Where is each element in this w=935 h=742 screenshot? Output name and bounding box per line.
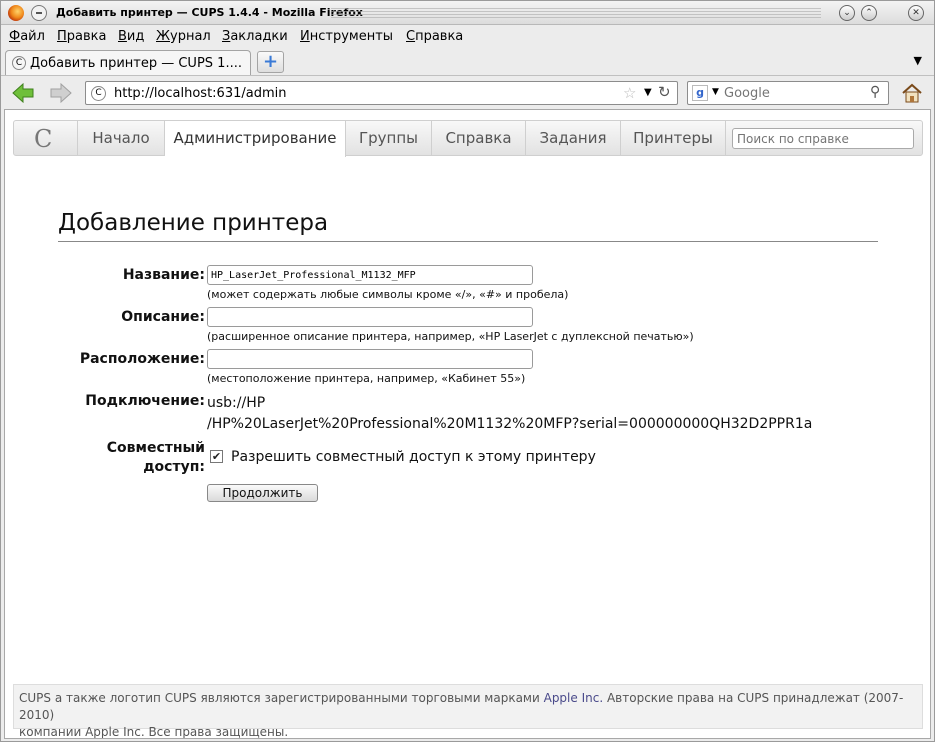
menu-bookmarks[interactable]: Закладки bbox=[222, 29, 288, 44]
tab-label: Добавить принтер — CUPS 1.... bbox=[30, 56, 242, 71]
tab-strip: C Добавить принтер — CUPS 1.... + ▼ bbox=[1, 48, 934, 75]
name-hint: (может содержать любые символы кроме «/»… bbox=[207, 288, 569, 301]
cups-logo-icon: C bbox=[34, 125, 53, 153]
bookmark-star-icon[interactable]: ☆ bbox=[623, 84, 636, 102]
tab-add-printer[interactable]: C Добавить принтер — CUPS 1.... bbox=[5, 50, 251, 75]
footer-line-2: компании Apple Inc. Все права защищены. bbox=[19, 725, 289, 739]
checkmark-icon: ✔ bbox=[211, 450, 222, 463]
maximize-icon[interactable]: ⌃ bbox=[861, 5, 877, 21]
title-bar-decoration bbox=[331, 8, 821, 18]
page-viewport: C Начало Администрирование Группы Справк… bbox=[4, 109, 931, 739]
menu-tools[interactable]: Инструменты bbox=[300, 29, 393, 44]
help-search-input[interactable] bbox=[732, 128, 914, 149]
continue-button[interactable]: Продолжить bbox=[207, 484, 318, 502]
menu-bar: Файл Правка Вид Журнал Закладки Инструме… bbox=[1, 26, 934, 48]
page-title: Добавление принтера bbox=[58, 210, 329, 236]
description-hint: (расширенное описание принтера, например… bbox=[207, 330, 694, 343]
connection-uri: usb://HP /HP%20LaserJet%20Professional%2… bbox=[207, 393, 867, 435]
url-bar[interactable]: C http://localhost:631/admin ☆ ▼ ↻ bbox=[85, 81, 678, 105]
new-tab-button[interactable]: + bbox=[257, 51, 284, 73]
site-identity-icon[interactable]: C bbox=[91, 86, 106, 101]
google-engine-icon[interactable]: g bbox=[692, 85, 708, 101]
connection-label: Подключение: bbox=[85, 393, 205, 409]
cups-favicon-icon: C bbox=[12, 56, 26, 70]
home-icon[interactable] bbox=[901, 82, 923, 104]
search-bar: g ▼ ⚲ bbox=[687, 81, 889, 105]
web-search-input[interactable] bbox=[724, 86, 864, 101]
sharing-label-line-1: Совместный bbox=[106, 440, 205, 456]
printer-description-input[interactable] bbox=[207, 307, 533, 327]
minimize-icon[interactable]: ⌄ bbox=[839, 5, 855, 21]
title-bar: Добавить принтер — CUPS 1.4.4 - Mozilla … bbox=[1, 1, 934, 25]
location-label: Расположение: bbox=[79, 351, 205, 367]
printer-name-input[interactable] bbox=[207, 265, 533, 285]
cups-logo[interactable]: C bbox=[14, 121, 78, 155]
description-label: Описание: bbox=[121, 309, 205, 325]
apple-link[interactable]: Apple Inc. bbox=[544, 691, 604, 705]
engine-chevron-down-icon[interactable]: ▼ bbox=[712, 87, 719, 97]
forward-arrow-icon[interactable] bbox=[49, 83, 73, 103]
connection-uri-line-1: usb://HP bbox=[207, 395, 266, 411]
cups-navigation: C Начало Администрирование Группы Справк… bbox=[13, 120, 923, 157]
sharing-label: Совместный доступ: bbox=[5, 439, 205, 477]
footer-text-before: CUPS а также логотип CUPS являются зарег… bbox=[19, 691, 540, 705]
menu-edit[interactable]: Правка bbox=[57, 29, 106, 44]
share-printer-checkbox[interactable]: ✔ bbox=[210, 450, 223, 463]
printer-location-input[interactable] bbox=[207, 349, 533, 369]
magnifier-search-icon[interactable]: ⚲ bbox=[870, 84, 880, 100]
connection-uri-line-2: /HP%20LaserJet%20Professional%20M1132%20… bbox=[207, 416, 813, 432]
plus-icon: + bbox=[262, 51, 279, 72]
share-printer-label[interactable]: Разрешить совместный доступ к этому прин… bbox=[231, 449, 596, 465]
menu-file[interactable]: Файл bbox=[9, 29, 45, 44]
reload-icon[interactable]: ↻ bbox=[658, 83, 671, 101]
nav-tab-home[interactable]: Начало bbox=[78, 121, 165, 155]
nav-tab-administration[interactable]: Администрирование bbox=[165, 121, 346, 157]
window-menu-icon[interactable] bbox=[31, 5, 47, 21]
sharing-label-line-2: доступ: bbox=[143, 459, 205, 475]
browser-window: Добавить принтер — CUPS 1.4.4 - Mozilla … bbox=[0, 0, 935, 742]
firefox-icon bbox=[8, 5, 24, 21]
url-text[interactable]: http://localhost:631/admin bbox=[114, 86, 287, 101]
tab-list-chevron-down-icon[interactable]: ▼ bbox=[914, 54, 922, 67]
back-arrow-icon[interactable] bbox=[11, 83, 35, 103]
location-hint: (местоположение принтера, например, «Каб… bbox=[207, 372, 526, 385]
nav-tab-jobs[interactable]: Задания bbox=[526, 121, 621, 155]
url-history-chevron-down-icon[interactable]: ▼ bbox=[644, 87, 652, 98]
menu-help[interactable]: Справка bbox=[406, 29, 463, 44]
nav-tab-printers[interactable]: Принтеры bbox=[621, 121, 726, 155]
close-icon[interactable]: ✕ bbox=[908, 5, 924, 21]
title-divider bbox=[58, 241, 878, 242]
window-title: Добавить принтер — CUPS 1.4.4 - Mozilla … bbox=[56, 6, 363, 19]
nav-tab-help[interactable]: Справка bbox=[432, 121, 526, 155]
menu-history[interactable]: Журнал bbox=[156, 29, 211, 44]
page-footer: CUPS а также логотип CUPS являются зарег… bbox=[13, 684, 923, 738]
navigation-toolbar: C http://localhost:631/admin ☆ ▼ ↻ g ▼ ⚲ bbox=[1, 75, 934, 109]
name-label: Название: bbox=[122, 267, 205, 283]
menu-view[interactable]: Вид bbox=[118, 29, 144, 44]
nav-tab-groups[interactable]: Группы bbox=[346, 121, 432, 155]
